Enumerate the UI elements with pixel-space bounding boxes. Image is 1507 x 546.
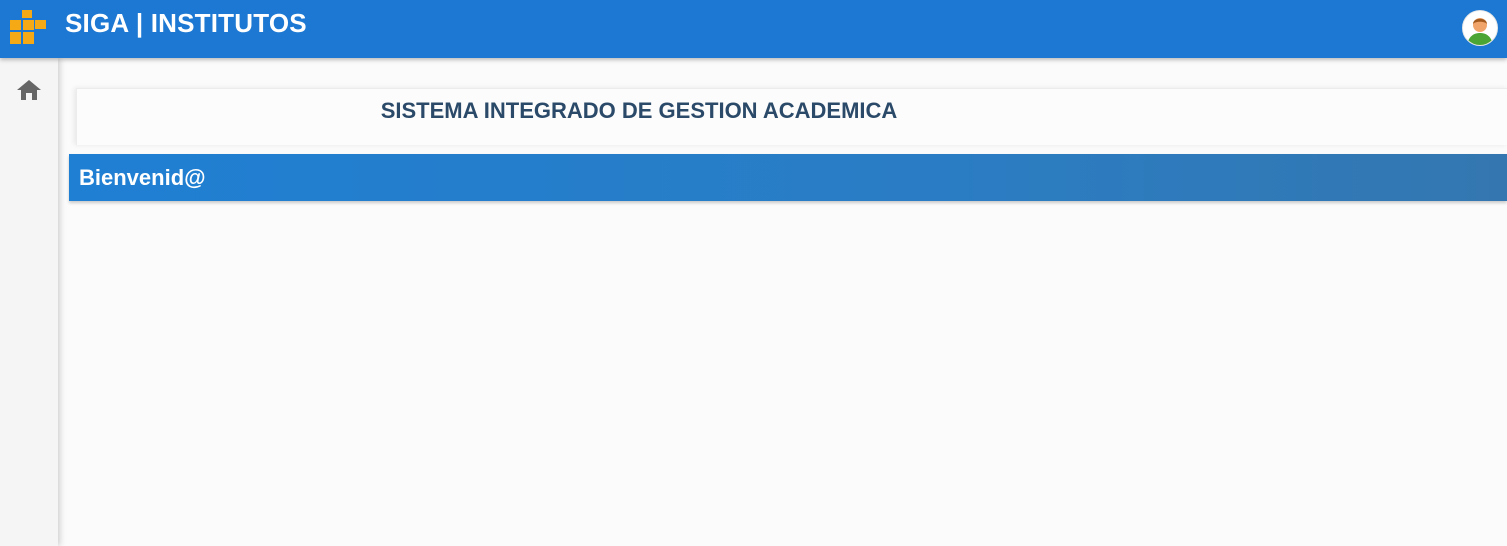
sidebar: [0, 58, 58, 546]
app-title: SIGA | INSTITUTOS: [65, 8, 307, 38]
welcome-banner: Bienvenid@: [69, 154, 1507, 201]
welcome-text: Bienvenid@: [79, 165, 206, 190]
page-title: SISTEMA INTEGRADO DE GESTION ACADEMICA: [380, 98, 898, 123]
title-card: SISTEMA INTEGRADO DE GESTION ACADEMICA: [76, 88, 1507, 145]
home-icon[interactable]: [15, 76, 43, 104]
user-avatar-icon[interactable]: [1462, 10, 1498, 46]
siga-logo-icon[interactable]: [10, 10, 46, 46]
top-navbar: SIGA | INSTITUTOS: [0, 0, 1507, 58]
main-content: SISTEMA INTEGRADO DE GESTION ACADEMICA B…: [58, 58, 1507, 546]
